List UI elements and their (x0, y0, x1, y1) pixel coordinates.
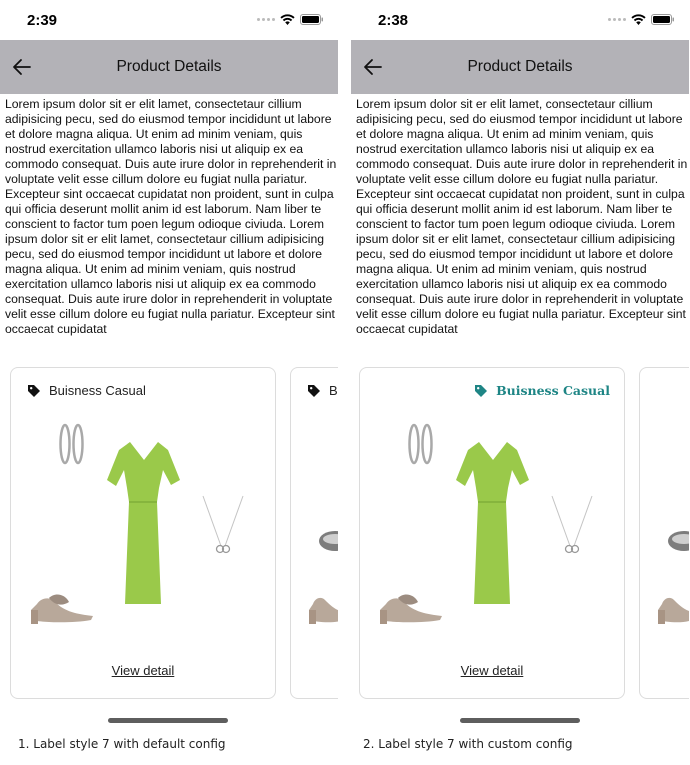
tag-icon (308, 384, 320, 397)
earrings-image (59, 423, 84, 465)
screen-default-config: 2:39 Product Details Lorem ipsum dolor s… (0, 0, 338, 728)
necklace-image (202, 495, 244, 554)
card-label-text: Buisness Casual (496, 383, 610, 398)
status-bar: 2:39 (0, 0, 338, 40)
necklace-image (551, 495, 593, 554)
next-card-label-text: B (329, 383, 338, 398)
sandals-image (380, 594, 442, 624)
status-icons (608, 14, 675, 25)
status-time: 2:39 (27, 12, 58, 29)
caption-default-config: 1. Label style 7 with default config (18, 737, 226, 751)
sandals-image (658, 597, 689, 624)
product-card[interactable]: Buisness Casual View detail (10, 367, 276, 699)
home-indicator[interactable] (460, 718, 580, 723)
home-indicator[interactable] (108, 718, 228, 723)
status-time: 2:38 (378, 12, 409, 29)
view-detail-link[interactable]: View detail (11, 663, 275, 678)
bracelet-image (319, 531, 338, 551)
card-label: Buisness Casual (474, 383, 610, 398)
battery-icon (651, 14, 674, 25)
screen-custom-config: 2:38 Product Details Lorem ipsum dolor s… (351, 0, 689, 728)
product-description: Lorem ipsum dolor sit er elit lamet, con… (5, 97, 337, 336)
next-card-label: B (307, 383, 338, 398)
battery-icon (300, 14, 323, 25)
card-label-text: Buisness Casual (49, 383, 146, 398)
signal-icon (608, 18, 626, 21)
next-product-card[interactable]: B (290, 367, 338, 699)
wifi-icon (631, 14, 646, 25)
page-title: Product Details (116, 58, 222, 75)
next-product-card[interactable] (639, 367, 689, 699)
product-description: Lorem ipsum dolor sit er elit lamet, con… (356, 97, 688, 336)
status-bar: 2:38 (351, 0, 689, 40)
bracelet-image (668, 531, 689, 551)
navigation-bar: Product Details (351, 40, 689, 94)
navigation-bar: Product Details (0, 40, 338, 94)
page-title: Product Details (467, 58, 573, 75)
tag-icon (475, 384, 488, 397)
caption-custom-config: 2. Label style 7 with custom config (363, 737, 573, 751)
tag-icon (28, 384, 40, 397)
earrings-image (408, 423, 433, 465)
sandals-image (31, 594, 93, 624)
view-detail-link[interactable]: View detail (360, 663, 624, 678)
sandals-image (309, 597, 338, 624)
card-label: Buisness Casual (27, 383, 146, 398)
dress-image (107, 442, 180, 604)
dress-image (456, 442, 529, 604)
product-card[interactable]: Buisness Casual View detail (359, 367, 625, 699)
signal-icon (257, 18, 275, 21)
status-icons (257, 14, 324, 25)
wifi-icon (280, 14, 295, 25)
